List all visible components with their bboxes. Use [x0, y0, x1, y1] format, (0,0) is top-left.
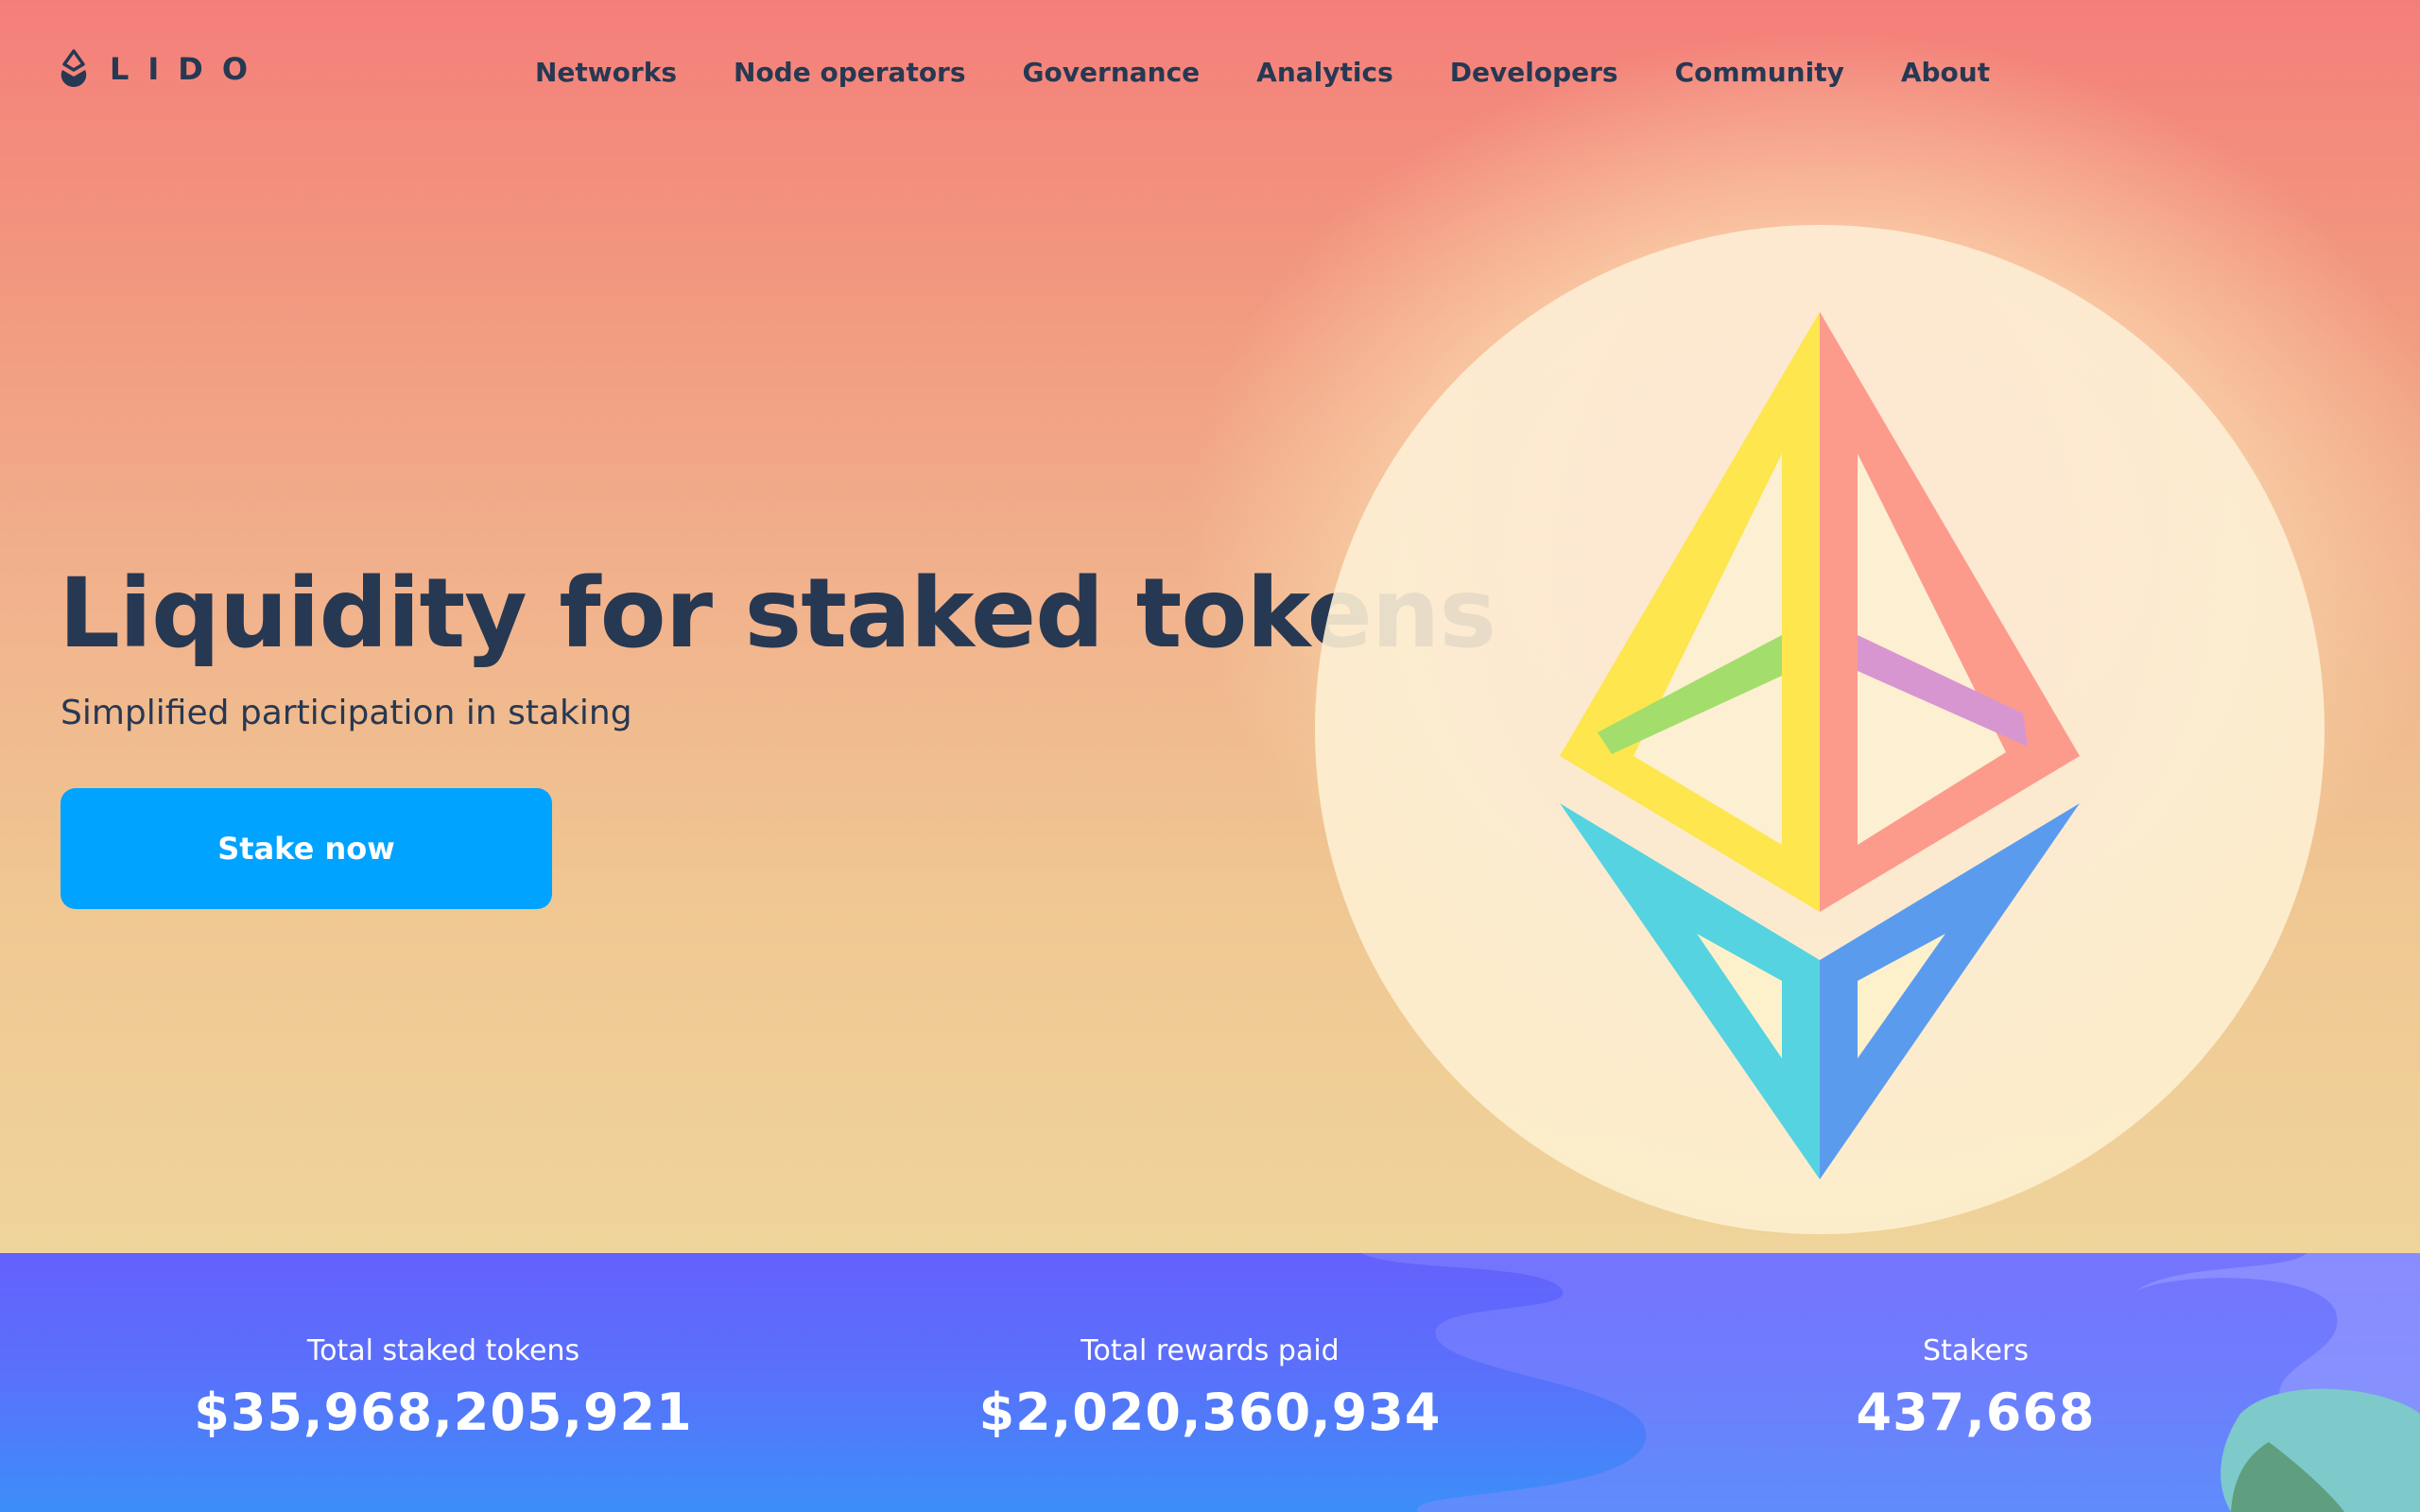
nav-governance[interactable]: Governance — [1023, 57, 1201, 88]
stat-label: Total rewards paid — [1080, 1334, 1340, 1367]
hero-section: LIDO Networks Node operators Governance … — [0, 0, 2420, 1253]
stats-band: Total staked tokens $35,968,205,921 Tota… — [0, 1253, 2420, 1512]
ethereum-logo-illustration — [1560, 312, 2080, 1179]
stat-value: $2,020,360,934 — [978, 1383, 1442, 1442]
stat-label: Total staked tokens — [306, 1334, 580, 1367]
stake-now-button[interactable]: Stake now — [60, 788, 552, 909]
hero-title: Liquidity for staked tokens — [59, 558, 1496, 670]
stat-value: 437,668 — [1856, 1383, 2096, 1442]
stat-label: Stakers — [1923, 1334, 2029, 1367]
hero-subtitle: Simplified participation in staking — [60, 694, 632, 732]
stat-stakers: Stakers 437,668 — [1645, 1334, 2307, 1442]
nav-networks[interactable]: Networks — [535, 57, 677, 88]
lido-logo[interactable]: LIDO — [59, 49, 267, 89]
stat-value: $35,968,205,921 — [194, 1383, 693, 1442]
nav-analytics[interactable]: Analytics — [1256, 57, 1393, 88]
nav-developers[interactable]: Developers — [1450, 57, 1618, 88]
nav-community[interactable]: Community — [1675, 57, 1844, 88]
nav-node-operators[interactable]: Node operators — [734, 57, 966, 88]
stat-total-rewards: Total rewards paid $2,020,360,934 — [879, 1334, 1541, 1442]
main-nav: Networks Node operators Governance Analy… — [535, 57, 1990, 88]
nav-about[interactable]: About — [1901, 57, 1990, 88]
lido-drop-icon — [60, 49, 87, 87]
brand-name: LIDO — [110, 51, 268, 87]
stat-total-staked: Total staked tokens $35,968,205,921 — [112, 1334, 774, 1442]
